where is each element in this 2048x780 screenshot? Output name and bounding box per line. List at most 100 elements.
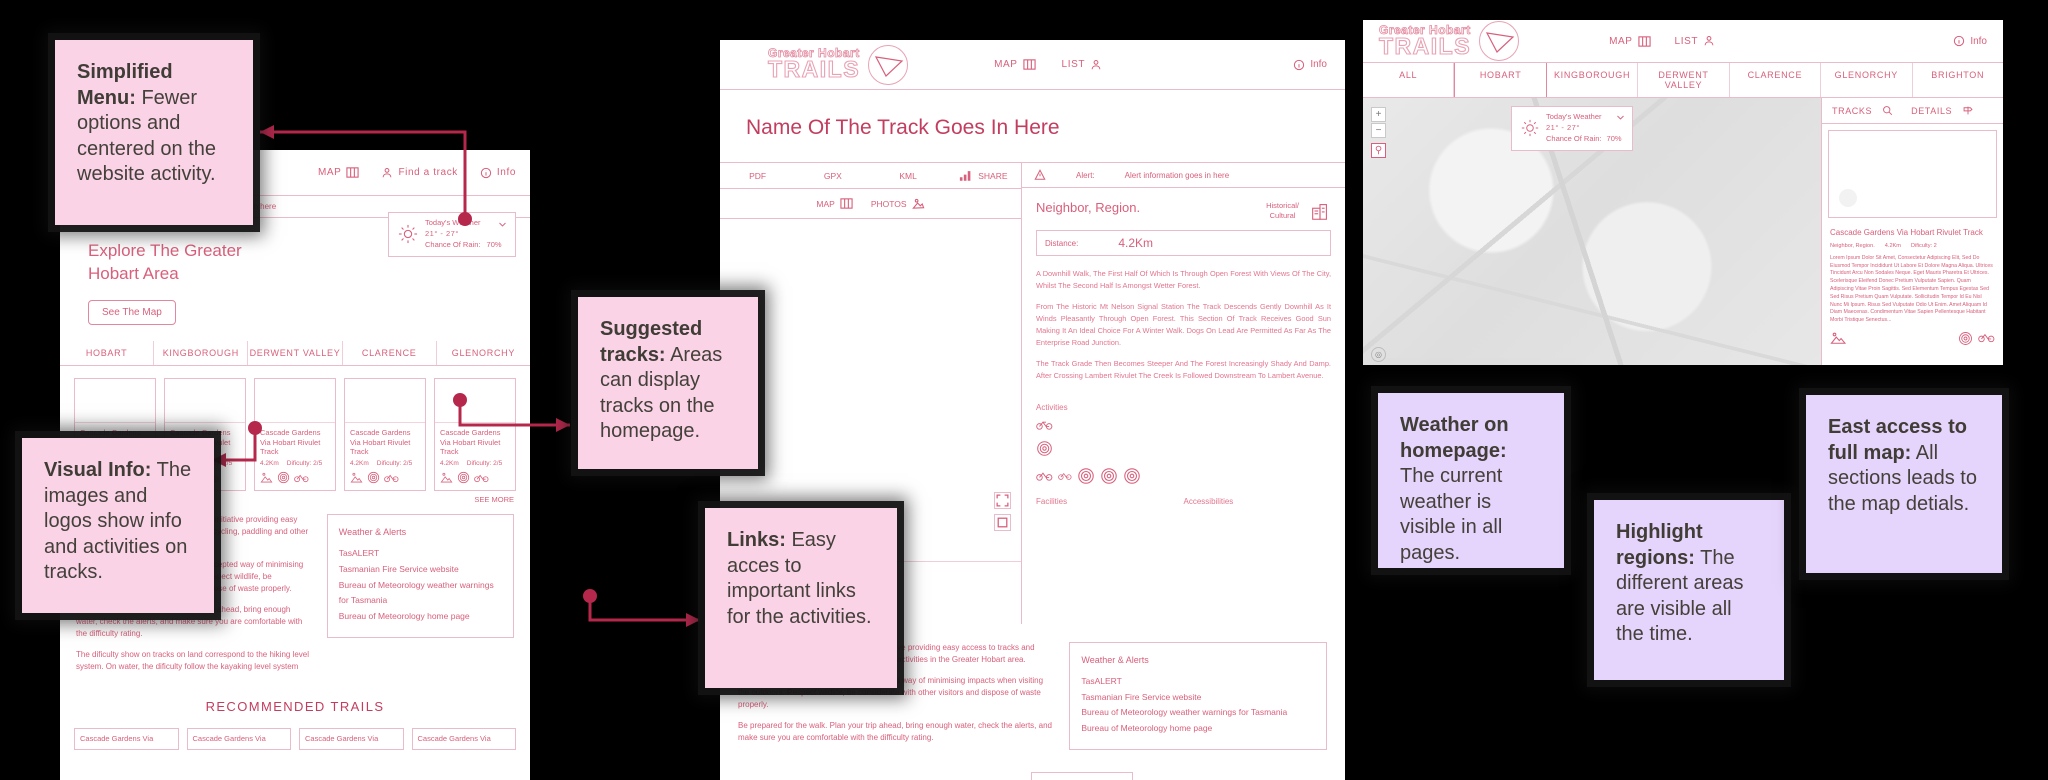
forecast-day[interactable]: Tuesday, 13 September13°: [1031, 771, 1134, 780]
homepage-weather-widget[interactable]: Today's Weather 21° - 27° Chance Of Rain…: [388, 212, 516, 257]
recommended-heading: RECOMMENDED TRAILS: [205, 699, 385, 715]
weather-rain-value: 70%: [1606, 133, 1622, 143]
map-weather-widget[interactable]: Today's Weather 21° - 27° Chance Of Rain…: [1511, 106, 1633, 151]
map-fullscreen-button[interactable]: [994, 514, 1011, 531]
forecast-day[interactable]: Wednesday31°: [1133, 772, 1233, 780]
nav-map[interactable]: MAP: [994, 58, 1036, 71]
tool-share-label: SHARE: [978, 170, 1008, 181]
track-card[interactable]: Cascade Gardens Via Hobart Rivulet Track…: [254, 377, 336, 492]
weather-alert-link[interactable]: Tasmanian Fire Service website: [1081, 690, 1315, 706]
result-distance: 4.2Km: [1884, 242, 1901, 249]
recommended-card[interactable]: Cascade Gardens Via: [411, 728, 516, 750]
forecast-day[interactable]: Saturday12°: [732, 772, 832, 780]
region-tab-hobart[interactable]: HOBART: [60, 340, 155, 365]
person-icon: [1704, 36, 1714, 46]
region-tab-glenorchy[interactable]: GLENORCHY: [1821, 63, 1913, 97]
logo[interactable]: Greater Hobart TRAILS: [1378, 21, 1520, 61]
map-topnav: Greater Hobart TRAILS MAP LIST Info: [1363, 20, 2003, 63]
tool-share[interactable]: SHARE: [946, 163, 1021, 188]
nav-map[interactable]: MAP: [1609, 35, 1651, 48]
region-tab-hobart[interactable]: HOBART: [1454, 63, 1547, 97]
track-card[interactable]: Cascade Gardens Via Hobart Rivulet Track…: [344, 377, 426, 492]
result-difficulty: Dificulty: 2: [1910, 242, 1937, 249]
panel-tab-tracks[interactable]: TRACKS: [1832, 106, 1872, 116]
track-tab-row[interactable]: MAP PHOTOS: [720, 189, 1021, 219]
region-tab-derwent-valley[interactable]: DERWENT VALLEY: [248, 340, 343, 365]
map-pin-button[interactable]: ⚲: [1371, 143, 1386, 158]
homepage-region-tabs[interactable]: HOBART KINGBOROUGH DERWENT VALLEY CLARENCE G…: [60, 340, 530, 366]
tool-pdf[interactable]: PDF: [720, 165, 795, 187]
recommended-card[interactable]: Cascade Gardens Via: [299, 728, 404, 750]
tab-map[interactable]: MAP: [816, 191, 853, 216]
weather-alert-link[interactable]: TasALERT: [1081, 674, 1315, 690]
track-paragraph: The Track Grade Then Becomes Steeper And…: [1036, 358, 1331, 380]
region-tab-brighton[interactable]: BRIGHTON: [1913, 63, 2003, 97]
tool-gpx[interactable]: GPX: [795, 165, 870, 187]
region-tab-glenorchy[interactable]: GLENORCHY: [437, 341, 530, 365]
recommended-card[interactable]: Cascade Gardens Via: [74, 728, 179, 750]
nav-info[interactable]: Info: [1953, 35, 1987, 47]
arrow-endpoint-links: [583, 589, 597, 603]
logo[interactable]: Greater Hobart TRAILS: [767, 44, 909, 85]
weather-alert-link[interactable]: Bureau of Meteorology weather warnings f…: [1081, 705, 1315, 721]
nav-list[interactable]: LIST: [1675, 35, 1716, 47]
nav-info[interactable]: Info: [1293, 59, 1327, 71]
tab-photos[interactable]: PHOTOS: [871, 191, 925, 216]
info-icon: [480, 167, 492, 178]
arrow-head-suggested-tracks: [556, 418, 570, 432]
result-title[interactable]: Cascade Gardens Via Hobart Rivulet Track: [1830, 228, 1995, 239]
weather-alert-link[interactable]: Bureau of Meteorology home page: [339, 609, 502, 625]
track-card-distance: 4.2Km: [260, 460, 279, 468]
distance-label: Distance:: [1045, 238, 1079, 248]
forecast-day[interactable]: Sunday28°: [832, 772, 932, 780]
alert-label: Alert:: [1076, 170, 1095, 180]
panel-tab-row[interactable]: TRACKS DETAILS: [1822, 98, 2003, 124]
callout-weather-homepage-bold: Weather on homepage:: [1400, 414, 1509, 462]
facilities-label: Facilities: [1036, 496, 1068, 506]
tool-kml[interactable]: KML: [871, 165, 946, 187]
map-expand-button[interactable]: [994, 492, 1011, 509]
see-the-map-button[interactable]: See The Map: [88, 299, 176, 325]
track-card-distance: 4.2Km: [440, 460, 459, 468]
region-tab-clarence[interactable]: CLARENCE: [343, 340, 437, 365]
region-tab-clarence[interactable]: CLARENCE: [1730, 63, 1822, 97]
nav-list[interactable]: LIST: [1062, 59, 1103, 71]
compass-logo-icon: [868, 44, 909, 85]
nav-find-label: Find a track: [398, 167, 458, 178]
track-card[interactable]: Cascade Gardens Via Hobart Rivulet Track…: [434, 377, 516, 492]
nav-map[interactable]: MAP: [318, 166, 360, 179]
map-zoom-out-button[interactable]: −: [1371, 123, 1386, 138]
nav-find-a-track[interactable]: Find a track: [381, 167, 457, 179]
weather-rain-label: Chance Of Rain:: [425, 239, 481, 249]
weather-alert-link[interactable]: Bureau of Meteorology weather warnings f…: [339, 578, 502, 609]
region-tab-derwent-valley[interactable]: DERWENT VALLEY: [1638, 63, 1730, 97]
forecast-day[interactable]: Monday27°: [932, 772, 1032, 780]
weather-temps: 21° - 27°: [1546, 122, 1580, 132]
arrow-path-links: [588, 600, 700, 622]
nav-info[interactable]: Info: [480, 167, 516, 179]
weekly-forecast[interactable]: Saturday12°Sunday28°Monday27°Tuesday, 13…: [720, 771, 1345, 780]
panel-result-image[interactable]: [1828, 130, 1997, 218]
region-tab-kingborough[interactable]: KINGBOROUGH: [154, 340, 249, 365]
recommended-card[interactable]: Cascade Gardens Via: [186, 728, 291, 750]
interactive-map[interactable]: + − ⚲ ◎ Today's Weather 21° - 27° Chance…: [1363, 98, 1821, 365]
expand-icon: [996, 494, 1009, 507]
bicycle-icon: [1036, 472, 1053, 482]
region-tab-kingborough[interactable]: KINGBOROUGH: [1547, 63, 1639, 97]
bicycle-icon: [1058, 473, 1072, 481]
forecast-day[interactable]: Thursday16°: [1233, 772, 1333, 780]
map-zoom-in-button[interactable]: +: [1371, 107, 1386, 122]
panel-tab-details[interactable]: DETAILS: [1911, 106, 1952, 116]
map-icon: [1022, 59, 1036, 70]
track-tool-row[interactable]: PDF GPX KML SHARE: [720, 163, 1021, 189]
bicycle-icon: [1036, 421, 1053, 430]
track-card-title: Cascade Gardens Via Hobart Rivulet Track: [260, 427, 321, 457]
weather-alert-link[interactable]: TasALERT: [339, 546, 502, 562]
chevron-down-icon: [1617, 115, 1624, 120]
region-tab-all[interactable]: ALL: [1363, 63, 1455, 97]
rosette-icon: [1078, 468, 1094, 484]
callout-links-bold: Links:: [727, 529, 786, 551]
map-region-tabs[interactable]: ALL HOBART KINGBOROUGH DERWENT VALLEY CLAREN…: [1363, 63, 2003, 98]
weather-alert-link[interactable]: Bureau of Meteorology home page: [1081, 721, 1315, 737]
weather-alert-link[interactable]: Tasmanian Fire Service website: [339, 562, 502, 578]
